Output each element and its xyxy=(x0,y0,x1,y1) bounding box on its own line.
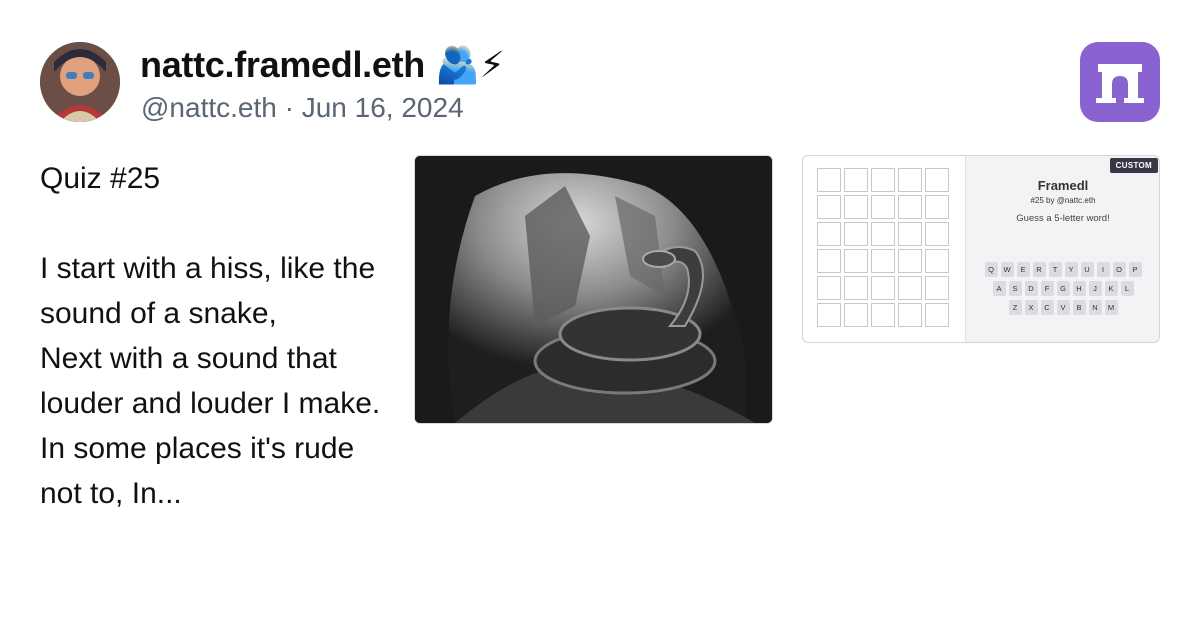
grid-cell xyxy=(817,222,841,246)
key-k[interactable]: K xyxy=(1104,281,1118,296)
keyboard-row: ZXCVBNM xyxy=(1008,300,1118,315)
grid-cell xyxy=(871,168,895,192)
frame-prompt: Guess a 5-letter word! xyxy=(1016,213,1110,224)
key-e[interactable]: E xyxy=(1016,262,1030,277)
grid-cell xyxy=(898,303,922,327)
author-handle[interactable]: @nattc.eth xyxy=(141,92,277,123)
frame-info-panel: CUSTOM Framedl #25 by @nattc.eth Guess a… xyxy=(965,156,1159,342)
grid-cell xyxy=(871,303,895,327)
grid-cell xyxy=(871,276,895,300)
meta-separator: · xyxy=(284,92,294,123)
grid-cell xyxy=(871,195,895,219)
grid-cell xyxy=(898,222,922,246)
grid-cell xyxy=(925,276,949,300)
key-h[interactable]: H xyxy=(1072,281,1086,296)
keyboard-row: ASDFGHJKL xyxy=(992,281,1134,296)
key-b[interactable]: B xyxy=(1072,300,1086,315)
key-i[interactable]: I xyxy=(1096,262,1110,277)
key-v[interactable]: V xyxy=(1056,300,1070,315)
post-date: Jun 16, 2024 xyxy=(301,92,464,123)
key-w[interactable]: W xyxy=(1000,262,1014,277)
farcaster-arch-icon xyxy=(1080,42,1160,122)
grid-cell xyxy=(817,276,841,300)
key-l[interactable]: L xyxy=(1120,281,1134,296)
grid-cell xyxy=(871,249,895,273)
badge-emoji-icons: 🫂⚡ xyxy=(434,44,505,85)
grid-cell xyxy=(871,222,895,246)
key-a[interactable]: A xyxy=(992,281,1006,296)
key-c[interactable]: C xyxy=(1040,300,1054,315)
grid-cell xyxy=(817,303,841,327)
farcaster-arch-svg xyxy=(1096,64,1144,103)
key-o[interactable]: O xyxy=(1112,262,1126,277)
key-u[interactable]: U xyxy=(1080,262,1094,277)
key-m[interactable]: M xyxy=(1104,300,1118,315)
grid-cell xyxy=(817,195,841,219)
key-s[interactable]: S xyxy=(1008,281,1022,296)
grid-cell xyxy=(844,249,868,273)
grid-cell xyxy=(817,168,841,192)
embed-image-snake-cave[interactable] xyxy=(414,155,773,424)
grid-cell xyxy=(898,276,922,300)
author-avatar[interactable] xyxy=(40,42,120,122)
custom-tag: CUSTOM xyxy=(1109,158,1158,173)
key-r[interactable]: R xyxy=(1032,262,1046,277)
grid-cell xyxy=(817,249,841,273)
on-screen-keyboard: QWERTYUIOPASDFGHJKLZXCVBNM xyxy=(966,262,1159,315)
display-name-text: nattc.framedl.eth xyxy=(140,44,425,85)
key-q[interactable]: Q xyxy=(984,262,998,277)
grid-cell xyxy=(925,249,949,273)
grid-cell xyxy=(844,222,868,246)
key-j[interactable]: J xyxy=(1088,281,1102,296)
frame-title: Framedl xyxy=(1037,178,1089,193)
keyboard-row: QWERTYUIOP xyxy=(984,262,1142,277)
grid-cell xyxy=(925,168,949,192)
avatar-illustration xyxy=(40,42,120,122)
grid-cell xyxy=(844,276,868,300)
snake-cave-illustration xyxy=(415,156,772,423)
grid-cell xyxy=(844,195,868,219)
frame-subtitle: #25 by @nattc.eth xyxy=(1030,196,1096,205)
grid-cell xyxy=(898,195,922,219)
key-y[interactable]: Y xyxy=(1064,262,1078,277)
key-f[interactable]: F xyxy=(1040,281,1054,296)
guess-grid xyxy=(817,168,949,327)
author-display-name[interactable]: nattc.framedl.eth 🫂⚡ xyxy=(140,44,505,86)
grid-cell xyxy=(898,168,922,192)
grid-cell xyxy=(925,195,949,219)
key-t[interactable]: T xyxy=(1048,262,1062,277)
key-n[interactable]: N xyxy=(1088,300,1102,315)
post-body-text: Quiz #25 I start with a hiss, like the s… xyxy=(40,162,381,510)
grid-cell xyxy=(925,303,949,327)
key-d[interactable]: D xyxy=(1024,281,1038,296)
author-meta: @nattc.eth · Jun 16, 2024 xyxy=(141,92,464,124)
framedl-frame-card[interactable]: CUSTOM Framedl #25 by @nattc.eth Guess a… xyxy=(802,155,1160,343)
grid-cell xyxy=(925,222,949,246)
grid-cell xyxy=(898,249,922,273)
key-z[interactable]: Z xyxy=(1008,300,1022,315)
grid-cell xyxy=(844,303,868,327)
key-p[interactable]: P xyxy=(1128,262,1142,277)
grid-cell xyxy=(844,168,868,192)
key-x[interactable]: X xyxy=(1024,300,1038,315)
key-g[interactable]: G xyxy=(1056,281,1070,296)
